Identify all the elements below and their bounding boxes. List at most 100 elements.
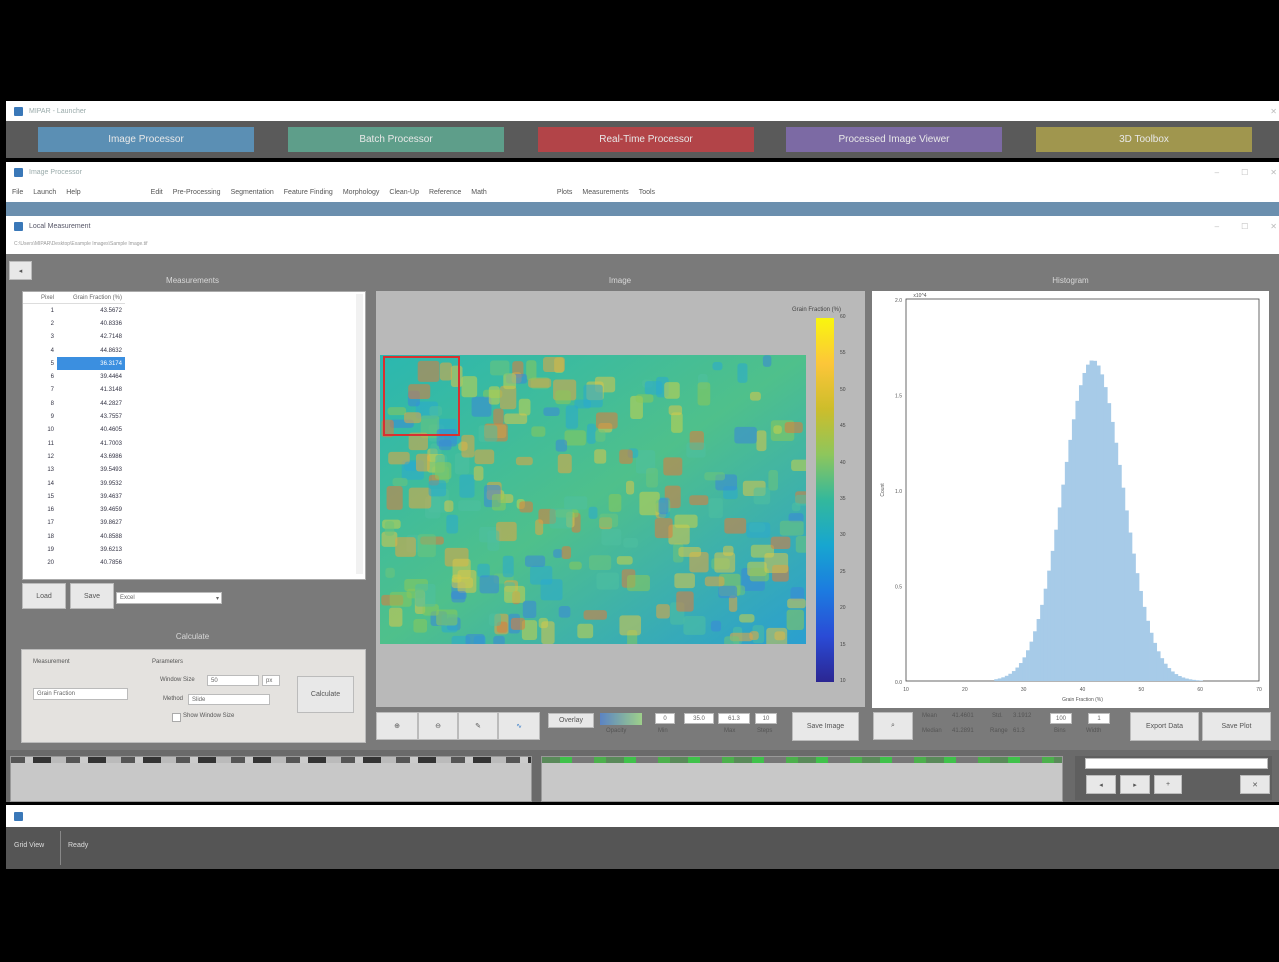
table-row[interactable]: 8 44.2827 <box>23 397 125 410</box>
menu-pre-processing[interactable]: Pre-Processing <box>173 189 221 196</box>
recipe-prev-button[interactable]: ◂ <box>1086 775 1116 794</box>
grain-fraction-cell[interactable]: 40.7856 <box>57 557 125 570</box>
minimize-icon[interactable]: – <box>1215 222 1219 231</box>
zoom-out-button[interactable]: ⊖ <box>418 712 458 740</box>
3d-toolbox-button[interactable]: 3D Toolbox <box>1036 127 1252 152</box>
close-icon[interactable]: ✕ <box>1270 168 1277 177</box>
grain-fraction-cell[interactable]: 40.8336 <box>57 317 125 330</box>
grain-fraction-cell[interactable]: 39.4464 <box>57 370 125 383</box>
menu-launch[interactable]: Launch <box>33 189 56 196</box>
opacity-slider[interactable] <box>600 713 642 725</box>
grain-fraction-cell[interactable]: 39.4637 <box>57 490 125 503</box>
recipe-select[interactable] <box>1085 758 1268 769</box>
table-row[interactable]: 2 40.8336 <box>23 317 125 330</box>
save-image-button[interactable]: Save Image <box>792 712 859 741</box>
grain-fraction-cell[interactable]: 43.7557 <box>57 410 125 423</box>
table-row[interactable]: 18 40.8588 <box>23 530 125 543</box>
menu-reference[interactable]: Reference <box>429 189 461 196</box>
menu-morphology[interactable]: Morphology <box>343 189 380 196</box>
table-row[interactable]: 15 39.4637 <box>23 490 125 503</box>
grain-fraction-cell[interactable]: 41.3148 <box>57 384 125 397</box>
min-input[interactable]: 0 <box>655 713 675 724</box>
table-row[interactable]: 20 40.7856 <box>23 557 125 570</box>
menu-tools[interactable]: Tools <box>639 189 655 196</box>
mid-input[interactable]: 35.0 <box>684 713 714 724</box>
close-icon[interactable]: ✕ <box>1270 107 1277 116</box>
max-input[interactable]: 61.3 <box>718 713 750 724</box>
grain-fraction-cell[interactable]: 39.9532 <box>57 477 125 490</box>
table-row[interactable]: 10 40.4605 <box>23 424 125 437</box>
table-row[interactable]: 16 39.4659 <box>23 503 125 516</box>
save-plot-button[interactable]: Save Plot <box>1202 712 1271 741</box>
table-row[interactable]: 12 43.6986 <box>23 450 125 463</box>
table-row[interactable]: 19 39.6213 <box>23 543 125 556</box>
original-image-strip[interactable] <box>10 756 532 802</box>
maximize-icon[interactable]: ☐ <box>1241 168 1248 177</box>
menu-plots[interactable]: Plots <box>557 189 573 196</box>
recipe-next-button[interactable]: ▸ <box>1120 775 1150 794</box>
table-row[interactable]: 3 42.7148 <box>23 331 125 344</box>
maximize-icon[interactable]: ☐ <box>1241 222 1248 231</box>
processed-image-viewer-button[interactable]: Processed Image Viewer <box>786 127 1002 152</box>
real-time-processor-button[interactable]: Real-Time Processor <box>538 127 754 152</box>
histogram-plot[interactable]: 10 20 30 40 50 60 70 2.0 1.5 1.0 0.5 0.0 Grain Fract… <box>872 291 1269 708</box>
grain-fraction-cell[interactable]: 41.7003 <box>57 437 125 450</box>
measurements-table[interactable]: Pixel Grain Fraction (%) 1 43.5672 2 40.833… <box>22 291 366 580</box>
minimize-icon[interactable]: – <box>1215 168 1219 177</box>
grain-fraction-cell[interactable]: 39.8627 <box>57 517 125 530</box>
table-row[interactable]: 5 36.3174 <box>23 357 125 371</box>
recipe-add-button[interactable]: + <box>1154 775 1182 794</box>
steps-input[interactable]: 10 <box>755 713 777 724</box>
menu-clean-up[interactable]: Clean-Up <box>389 189 419 196</box>
recipe-delete-button[interactable]: ✕ <box>1240 775 1270 794</box>
col-pixel[interactable]: Pixel <box>23 292 57 304</box>
table-row[interactable]: 1 43.5672 <box>23 304 125 318</box>
format-select[interactable]: Excel ▾ <box>116 592 222 604</box>
export-data-button[interactable]: Export Data <box>1130 712 1199 741</box>
width-input[interactable]: 1 <box>1088 713 1110 724</box>
table-row[interactable]: 17 39.8627 <box>23 517 125 530</box>
grain-fraction-cell[interactable]: 43.6986 <box>57 450 125 463</box>
menu-help[interactable]: Help <box>66 189 80 196</box>
load-button[interactable]: Load <box>22 583 66 609</box>
col-grain-fraction[interactable]: Grain Fraction (%) <box>57 292 125 304</box>
close-icon[interactable]: ✕ <box>1270 222 1277 231</box>
batch-processor-button[interactable]: Batch Processor <box>288 127 504 152</box>
table-row[interactable]: 14 39.9532 <box>23 477 125 490</box>
show-window-checkbox[interactable] <box>172 713 181 722</box>
overlay-button[interactable]: Overlay <box>548 713 594 728</box>
image-processor-button[interactable]: Image Processor <box>38 127 254 152</box>
method-select[interactable]: Slide <box>188 694 270 705</box>
table-row[interactable]: 7 41.3148 <box>23 384 125 397</box>
processed-image-strip[interactable] <box>541 756 1063 802</box>
grain-fraction-cell[interactable]: 36.3174 <box>57 357 125 371</box>
grain-fraction-cell[interactable]: 39.4659 <box>57 503 125 516</box>
table-scrollbar[interactable] <box>356 294 363 574</box>
menu-segmentation[interactable]: Segmentation <box>231 189 274 196</box>
grain-fraction-cell[interactable]: 42.7148 <box>57 331 125 344</box>
table-row[interactable]: 13 39.5493 <box>23 464 125 477</box>
menu-measurements[interactable]: Measurements <box>582 189 628 196</box>
grain-fraction-cell[interactable]: 44.2827 <box>57 397 125 410</box>
brush-button[interactable]: ✎ <box>458 712 498 740</box>
grain-fraction-cell[interactable]: 40.4605 <box>57 424 125 437</box>
grain-fraction-cell[interactable]: 39.5493 <box>57 464 125 477</box>
table-row[interactable]: 6 39.4464 <box>23 370 125 383</box>
grain-fraction-cell[interactable]: 39.6213 <box>57 543 125 556</box>
menu-edit[interactable]: Edit <box>151 189 163 196</box>
table-row[interactable]: 11 41.7003 <box>23 437 125 450</box>
line-tool-button[interactable]: ∿ <box>498 712 540 740</box>
menu-math[interactable]: Math <box>471 189 487 196</box>
grain-fraction-cell[interactable]: 40.8588 <box>57 530 125 543</box>
window-unit-select[interactable]: px <box>262 675 280 686</box>
menu-file[interactable]: File <box>12 189 23 196</box>
grain-fraction-cell[interactable]: 43.5672 <box>57 304 125 318</box>
zoom-in-button[interactable]: ⊕ <box>376 712 418 740</box>
table-row[interactable]: 9 43.7557 <box>23 410 125 423</box>
window-size-input[interactable]: 50 <box>207 675 259 686</box>
table-row[interactable]: 4 44.8632 <box>23 344 125 357</box>
bins-input[interactable]: 100 <box>1050 713 1072 724</box>
save-button[interactable]: Save <box>70 583 114 609</box>
measurement-select[interactable]: Grain Fraction <box>33 688 128 700</box>
calculate-button[interactable]: Calculate <box>297 676 354 713</box>
